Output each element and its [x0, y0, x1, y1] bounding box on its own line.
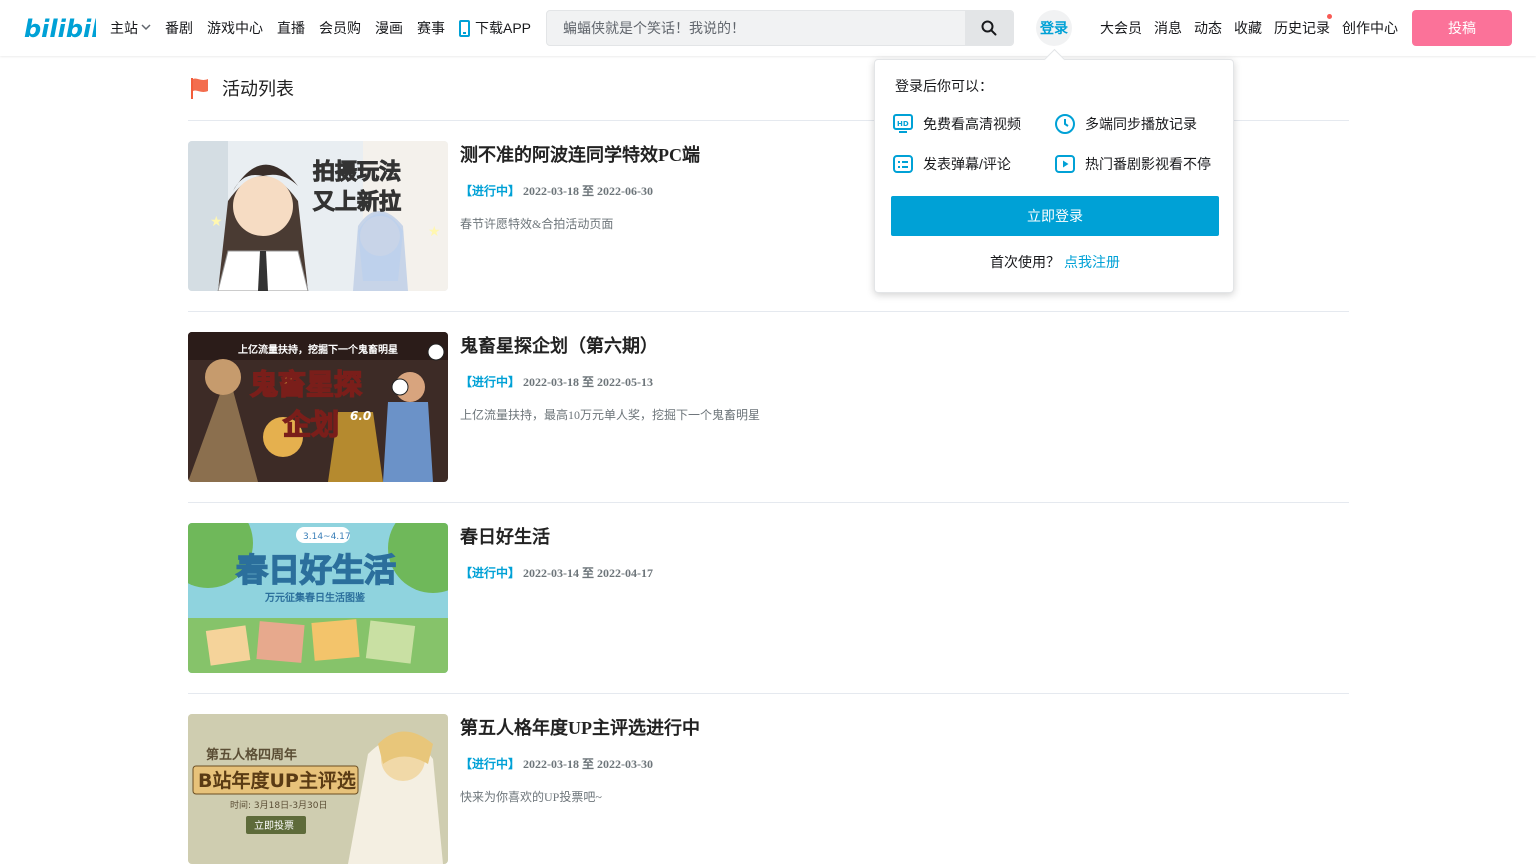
search-input[interactable]: [547, 11, 965, 45]
status-badge: 【进行中】: [460, 184, 521, 198]
phone-icon: [459, 19, 470, 37]
bilibili-logo[interactable]: bilibili: [24, 12, 96, 44]
activity-item[interactable]: 第五人格四周年 B站年度UP主评选 时间: 3月18日-3月30日 立即投票 第…: [188, 694, 1349, 864]
thumb-caption: 时间: 3月18日-3月30日: [230, 799, 328, 811]
login-now-button[interactable]: 立即登录: [891, 196, 1219, 236]
nav-item-history[interactable]: 历史记录: [1274, 14, 1332, 38]
activity-description: 上亿流量扶持，最高10万元单人奖，挖掘下一个鬼畜明星: [460, 408, 761, 422]
flag-icon: [191, 78, 208, 99]
feature-hd-video: HD 免费看高清视频: [891, 112, 1021, 136]
search-button[interactable]: [965, 11, 1013, 45]
feature-anime: 热门番剧影视看不停: [1053, 152, 1211, 176]
activity-thumbnail[interactable]: 3.14~4.17 春日好生活 万元征集春日生活图鉴: [188, 523, 448, 673]
thumb-caption: 又上新拉: [313, 189, 401, 215]
search-bar: [546, 10, 1014, 46]
nav-item-favorites[interactable]: 收藏: [1234, 18, 1262, 38]
login-popover: 登录后你可以： HD 免费看高清视频 多端同步播放记录 发表弹幕/评论 热门番剧…: [874, 59, 1234, 293]
chevron-down-icon: [141, 23, 151, 34]
top-header: bilibili 主站 番剧 游戏中心 直播 会员购 漫画 赛事 下载APP 登…: [0, 0, 1536, 56]
svg-text:★: ★: [428, 223, 441, 239]
activity-meta: 【进行中】 2022-03-18 至 2022-05-13: [460, 373, 653, 390]
activity-dates: 2022-03-18 至 2022-03-30: [523, 757, 654, 771]
activity-description: 春节许愿特效&合拍活动页面: [460, 217, 614, 231]
activity-meta: 【进行中】 2022-03-18 至 2022-03-30: [460, 755, 653, 772]
nav-item-download-app[interactable]: 下载APP: [459, 18, 531, 38]
svg-text:HD: HD: [897, 120, 909, 128]
register-link[interactable]: 点我注册: [1064, 254, 1120, 270]
popover-footer: 首次使用？ 点我注册: [990, 254, 1120, 270]
nav-item-main-site[interactable]: 主站: [110, 18, 151, 38]
thumb-caption: 企划: [283, 408, 339, 441]
status-badge: 【进行中】: [460, 566, 521, 580]
activity-item[interactable]: 上亿流量扶持，挖掘下一个鬼畜明星 鬼畜星探 企划 6.0 鬼畜星探企划（第六期）…: [188, 312, 1349, 503]
danmaku-icon: [893, 155, 913, 173]
nav-item-creator-center[interactable]: 创作中心: [1342, 18, 1398, 38]
right-nav: 大会员 消息 动态 收藏 历史记录 创作中心: [1100, 0, 1410, 56]
activity-dates: 2022-03-18 至 2022-05-13: [523, 375, 654, 389]
thumb-caption: 立即投票: [254, 819, 294, 832]
clock-icon: [1055, 114, 1075, 134]
section-title: 活动列表: [222, 79, 294, 99]
activity-title[interactable]: 测不准的阿波连同学特效PC端: [460, 141, 700, 167]
thumb-caption: 拍摄玩法: [313, 159, 401, 185]
activity-dates: 2022-03-14 至 2022-04-17: [523, 566, 654, 580]
activity-thumbnail[interactable]: 上亿流量扶持，挖掘下一个鬼畜明星 鬼畜星探 企划 6.0: [188, 332, 448, 482]
nav-item-manga[interactable]: 漫画: [375, 18, 403, 38]
login-avatar-button[interactable]: 登录: [1036, 10, 1072, 46]
activity-dates: 2022-03-18 至 2022-06-30: [523, 184, 654, 198]
popover-heading: 登录后你可以：: [895, 78, 993, 94]
svg-text:bilibili: bilibili: [24, 15, 96, 43]
nav-item-messages[interactable]: 消息: [1154, 18, 1182, 38]
upload-button[interactable]: 投稿: [1412, 10, 1512, 46]
activity-thumbnail[interactable]: 拍摄玩法 又上新拉 ★ ★: [188, 141, 448, 291]
thumb-caption: 鬼畜星探: [250, 368, 362, 401]
thumb-caption: 上亿流量扶持，挖掘下一个鬼畜明星: [238, 343, 398, 356]
nav-item-live[interactable]: 直播: [277, 18, 305, 38]
nav-item-mall[interactable]: 会员购: [319, 18, 361, 38]
activity-meta: 【进行中】 2022-03-14 至 2022-04-17: [460, 564, 653, 581]
play-icon: [1055, 155, 1075, 173]
main-nav: 主站 番剧 游戏中心 直播 会员购 漫画 赛事 下载APP: [110, 0, 545, 56]
activity-title[interactable]: 春日好生活: [460, 523, 550, 549]
svg-text:★: ★: [210, 213, 223, 229]
nav-item-anime[interactable]: 番剧: [165, 18, 193, 38]
thumb-caption: 3.14~4.17: [303, 532, 351, 542]
activity-description: 快来为你喜欢的UP投票吧~: [460, 790, 602, 804]
activity-thumbnail[interactable]: 第五人格四周年 B站年度UP主评选 时间: 3月18日-3月30日 立即投票: [188, 714, 448, 864]
nav-item-esports[interactable]: 赛事: [417, 18, 445, 38]
thumb-caption: B站年度UP主评选: [198, 769, 356, 792]
notification-dot: [1327, 14, 1332, 19]
feature-danmaku: 发表弹幕/评论: [891, 152, 1011, 176]
hd-icon: HD: [893, 114, 913, 133]
activity-item[interactable]: 3.14~4.17 春日好生活 万元征集春日生活图鉴 春日好生活 【进行中】 2…: [188, 503, 1349, 694]
activity-meta: 【进行中】 2022-03-18 至 2022-06-30: [460, 182, 653, 199]
activity-title[interactable]: 第五人格年度UP主评选进行中: [460, 714, 700, 740]
thumb-caption: 6.0: [350, 409, 371, 423]
thumb-caption: 第五人格四周年: [206, 747, 297, 763]
status-badge: 【进行中】: [460, 375, 521, 389]
activity-title[interactable]: 鬼畜星探企划（第六期）: [460, 332, 658, 358]
nav-item-game-center[interactable]: 游戏中心: [207, 18, 263, 38]
search-icon: [981, 20, 997, 36]
nav-item-vip[interactable]: 大会员: [1100, 18, 1142, 38]
status-badge: 【进行中】: [460, 757, 521, 771]
nav-item-dynamics[interactable]: 动态: [1194, 18, 1222, 38]
thumb-caption: 春日好生活: [236, 551, 396, 589]
thumb-caption: 万元征集春日生活图鉴: [264, 591, 366, 604]
feature-sync-history: 多端同步播放记录: [1053, 112, 1197, 136]
